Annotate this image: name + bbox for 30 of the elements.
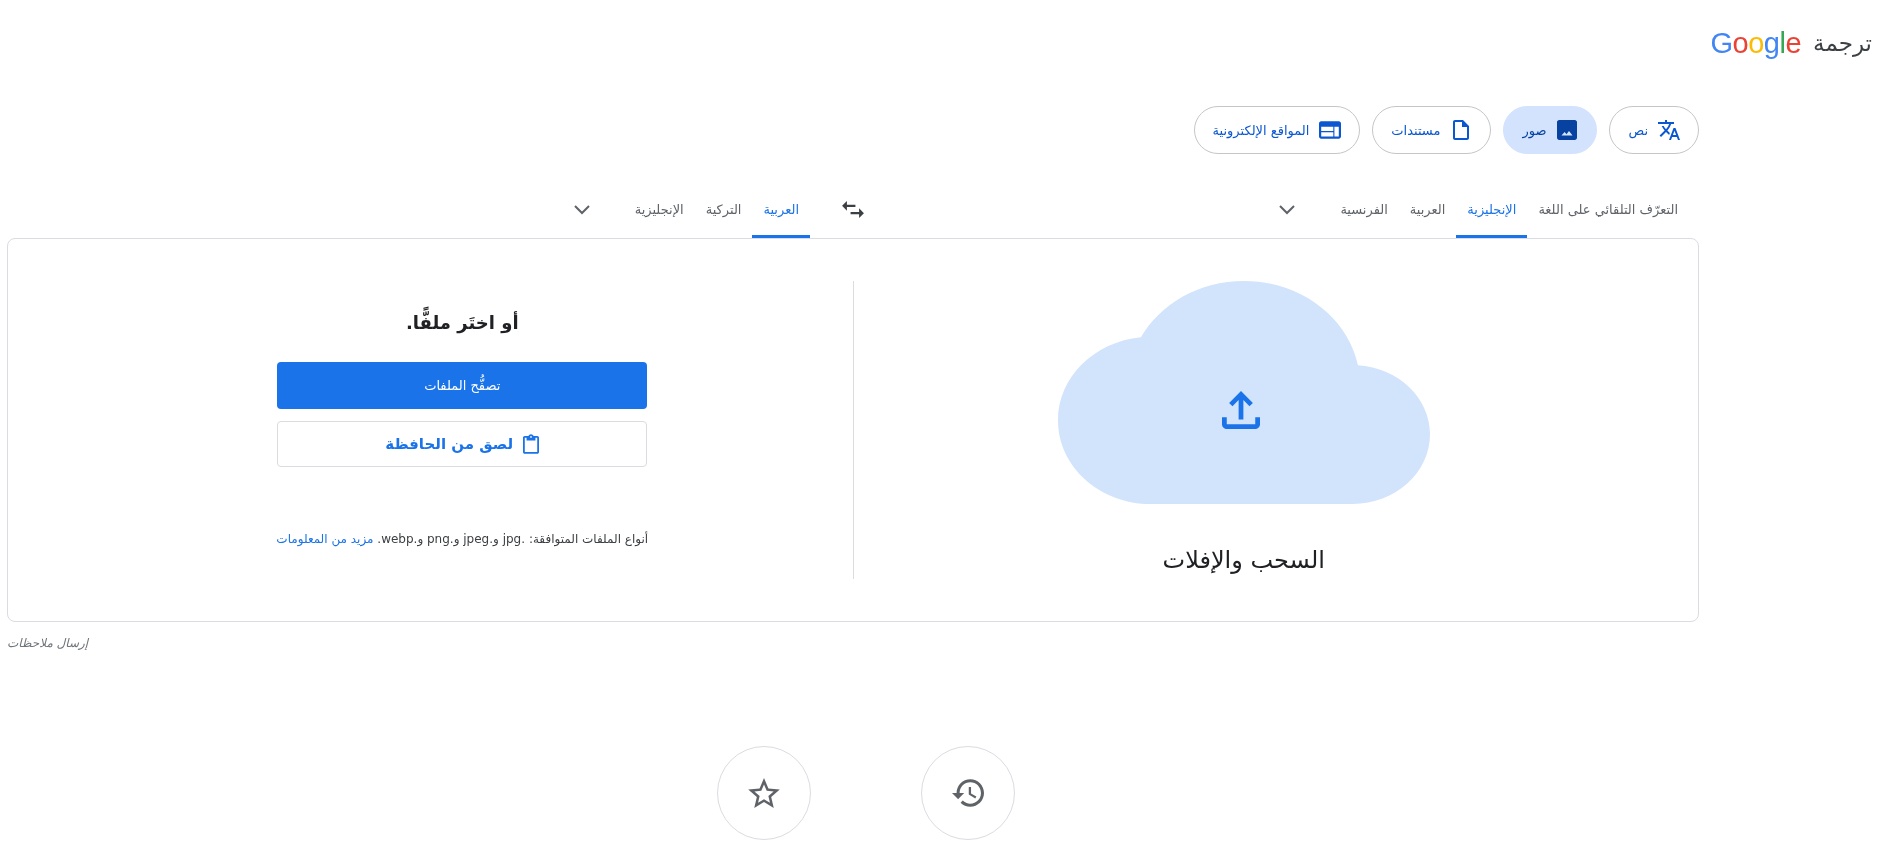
history-icon (952, 778, 984, 808)
star-icon (748, 778, 780, 808)
language-tab[interactable]: الفرنسية (1329, 180, 1399, 238)
chevron-down-icon (573, 204, 590, 214)
browse-files-button[interactable]: تصفُّح الملفات (277, 362, 648, 409)
drop-zone-label: السحب والإفلات (1162, 545, 1325, 576)
mode-button[interactable]: صور (1503, 106, 1598, 154)
logo-text: Google (1710, 26, 1802, 61)
choose-file-heading: أو اختَر ملفًّا. (405, 305, 519, 341)
learn-more-link[interactable]: مزيد من المعلومات (276, 532, 374, 546)
language-tab[interactable]: التركية (694, 180, 753, 238)
language-tab[interactable]: الإنجليزية (623, 180, 695, 238)
paste-button[interactable]: لصق من الحافظة (277, 421, 648, 467)
upload-icon (1221, 391, 1260, 429)
mode-button[interactable]: المواقع الإلكترونية (1193, 106, 1361, 154)
web-page-icon (1319, 120, 1342, 140)
clipboard-icon (523, 434, 540, 454)
language-tab[interactable]: التعرّف التلقائي على اللغة (1527, 180, 1689, 238)
language-tab[interactable]: العربية (752, 180, 810, 238)
swap-arrows-icon (842, 200, 864, 218)
file-types-note: أنواع الملفات المتوافقة: .jpg و.jpeg و.png و.webp. مزيد من المعلومات (276, 530, 649, 549)
translate-icon (1658, 120, 1680, 140)
language-tab[interactable]: العربية (1398, 180, 1457, 238)
image-icon (1556, 120, 1579, 140)
mode-button[interactable]: مستندات (1372, 106, 1492, 154)
product-name: ترجمة (1813, 29, 1872, 59)
chevron-down-icon (1279, 204, 1296, 214)
send-feedback-link[interactable]: إرسال ملاحظات (7, 635, 89, 651)
mode-button[interactable]: نص (1609, 106, 1699, 154)
language-tab[interactable]: الإنجليزية (1456, 180, 1528, 238)
